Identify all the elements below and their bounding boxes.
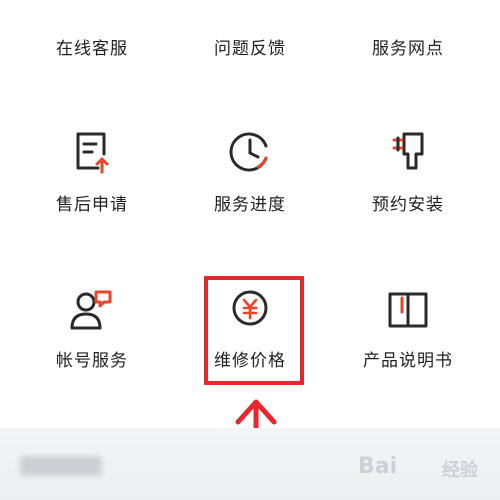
grid-item-label: 帐号服务 (56, 351, 128, 370)
grid-item-label: 售后申请 (56, 195, 128, 214)
grid-item-label: 在线客服 (56, 39, 128, 58)
grid-item-label: 问题反馈 (214, 39, 286, 58)
baidu-jingyan-watermark: Bai 经验 (358, 450, 498, 490)
grid-item-online-service[interactable]: 在线客服 (17, 0, 167, 70)
manual-book-icon (380, 282, 436, 338)
grid-item-label: 产品说明书 (363, 351, 453, 370)
grid-item-feedback[interactable]: 问题反馈 (175, 0, 325, 70)
grid-item-product-manual[interactable]: 产品说明书 (333, 280, 483, 380)
headset-icon (64, 0, 120, 26)
grid-item-service-progress[interactable]: 服务进度 (175, 122, 325, 222)
grid-item-after-sales[interactable]: 售后申请 (17, 122, 167, 222)
clock-icon (222, 124, 278, 180)
grid-item-label: 服务进度 (214, 195, 286, 214)
chat-bubble-icon (222, 0, 278, 26)
grid-item-label: 预约安装 (372, 195, 444, 214)
document-upload-icon (64, 124, 120, 180)
watermark-logo: Bai (358, 454, 398, 479)
account-user-icon (64, 282, 120, 338)
highlight-box (204, 276, 304, 385)
grid-item-service-outlets[interactable]: 服务网点 (333, 0, 483, 70)
map-location-icon (380, 0, 436, 26)
grid-item-install-booking[interactable]: 预约安装 (333, 122, 483, 222)
blurred-text (20, 456, 102, 476)
grid-item-label: 服务网点 (372, 39, 444, 58)
grid-item-account-service[interactable]: 帐号服务 (17, 280, 167, 380)
install-plug-icon (380, 124, 436, 180)
watermark-suffix: 经验 (442, 460, 478, 481)
